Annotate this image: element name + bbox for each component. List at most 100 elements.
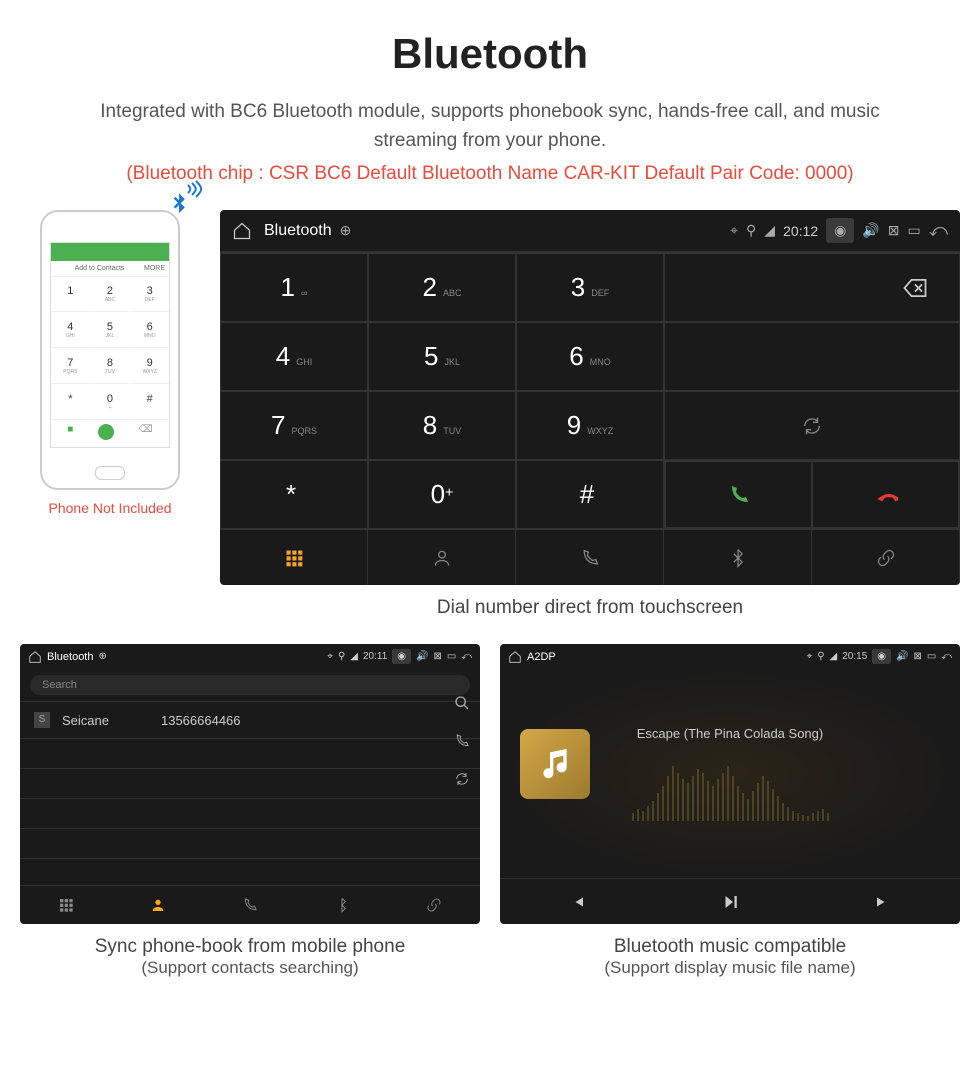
call-icon[interactable] <box>454 732 470 750</box>
nav-link[interactable] <box>388 886 480 924</box>
dial-key-*[interactable]: * <box>220 460 368 529</box>
play-pause-button[interactable] <box>653 879 806 924</box>
bluetooth-specs: (Bluetooth chip : CSR BC6 Default Blueto… <box>20 163 960 185</box>
dial-key-5[interactable]: 5JKL <box>368 322 516 391</box>
volume-icon[interactable]: 🔊 <box>416 651 428 662</box>
phone-mock-key: 0+ <box>91 385 130 420</box>
back-icon[interactable]: ⤺ <box>941 651 952 662</box>
dial-key-1[interactable]: 1∞ <box>220 253 368 322</box>
phone-mock-key: 6MNO <box>130 313 169 348</box>
volume-icon[interactable]: 🔊 <box>862 222 879 239</box>
phone-not-included-note: Phone Not Included <box>20 500 200 516</box>
nav-link[interactable] <box>812 530 960 585</box>
nav-contacts[interactable] <box>112 886 204 924</box>
bluetooth-status-icon: ⌖ <box>327 651 333 662</box>
statusbar-time: 20:11 <box>363 651 387 662</box>
contact-row-empty <box>20 739 480 769</box>
video-icon: ■ <box>67 424 73 440</box>
refresh-icon[interactable] <box>454 770 470 788</box>
search-icon[interactable] <box>454 694 470 712</box>
usb-icon: ⊕ <box>340 222 352 239</box>
hangup-button[interactable] <box>812 461 959 528</box>
page-title: Bluetooth <box>20 30 960 78</box>
phone-mock-key: 2ABC <box>91 277 130 312</box>
wifi-icon: ◢ <box>830 651 838 662</box>
dial-key-#[interactable]: # <box>516 460 664 529</box>
close-icon[interactable]: ⊠ <box>913 651 921 662</box>
song-title: Escape (The Pina Colada Song) <box>637 726 823 741</box>
phone-mock-key: 8TUV <box>91 349 130 384</box>
phone-mock-key: 9WXYZ <box>130 349 169 384</box>
home-icon[interactable] <box>28 650 42 664</box>
dialer-bottom-nav <box>220 529 960 585</box>
nav-contacts[interactable] <box>368 530 516 585</box>
phonebook-caption: Sync phone-book from mobile phone <box>20 936 480 958</box>
dial-key-6[interactable]: 6MNO <box>516 322 664 391</box>
contact-name: Seicane <box>62 713 109 728</box>
phone-home-button <box>95 466 125 480</box>
camera-icon[interactable]: ◉ <box>392 649 411 664</box>
prev-track-button[interactable] <box>500 879 653 924</box>
refresh-button[interactable] <box>664 391 960 460</box>
wifi-icon: ◢ <box>350 651 358 662</box>
camera-icon[interactable]: ◉ <box>872 649 891 664</box>
nav-call-log[interactable] <box>516 530 664 585</box>
backspace-icon: ⌫ <box>139 424 153 440</box>
call-button[interactable] <box>665 461 812 528</box>
contact-number: 13566664466 <box>161 713 241 728</box>
dial-key-7[interactable]: 7PQRS <box>220 391 368 460</box>
nav-bluetooth[interactable] <box>296 886 388 924</box>
dial-key-4[interactable]: 4GHI <box>220 322 368 391</box>
location-icon: ⚲ <box>338 651 345 662</box>
contact-list: S Seicane 13566664466 <box>20 702 480 885</box>
nav-keypad[interactable] <box>220 530 368 585</box>
dial-key-3[interactable]: 3DEF <box>516 253 664 322</box>
back-icon[interactable]: ⤺ <box>929 220 948 241</box>
recent-apps-icon[interactable]: ▭ <box>908 222 921 239</box>
home-icon[interactable] <box>232 221 252 241</box>
phone-mock-key: * <box>51 385 90 420</box>
phone-mock-key: 4GHI <box>51 313 90 348</box>
location-icon: ⚲ <box>817 651 824 662</box>
contact-row[interactable]: S Seicane 13566664466 <box>20 702 480 739</box>
signal-waves-icon <box>184 177 208 201</box>
recent-apps-icon[interactable]: ▭ <box>927 651 936 662</box>
nav-call-log[interactable] <box>204 886 296 924</box>
camera-icon[interactable]: ◉ <box>826 218 854 243</box>
call-buttons-cell <box>664 460 960 529</box>
contact-row-empty <box>20 769 480 799</box>
location-icon: ⚲ <box>746 222 756 239</box>
close-icon[interactable]: ⊠ <box>888 222 900 239</box>
phone-header-bar <box>51 243 169 261</box>
phone-mock-key: # <box>130 385 169 420</box>
music-caption: Bluetooth music compatible <box>500 936 960 958</box>
phonebook-statusbar: Bluetooth ⊕ ⌖ ⚲ ◢ 20:11 ◉ 🔊 ⊠ ▭ ⤺ <box>20 644 480 669</box>
search-input[interactable]: Search <box>30 675 470 695</box>
phone-mock-key: 5JKL <box>91 313 130 348</box>
contact-letter-badge: S <box>34 712 50 728</box>
phone-mockup: Add to Contacts MORE 12ABC3DEF4GHI5JKL6M… <box>40 210 180 490</box>
dial-key-0[interactable]: 0+ <box>368 460 516 529</box>
nav-keypad[interactable] <box>20 886 112 924</box>
dial-key-2[interactable]: 2ABC <box>368 253 516 322</box>
nav-bluetooth[interactable] <box>664 530 812 585</box>
statusbar-title: Bluetooth <box>47 651 93 663</box>
phone-mock-key: 7PQRS <box>51 349 90 384</box>
backspace-button[interactable] <box>664 253 960 322</box>
close-icon[interactable]: ⊠ <box>433 651 441 662</box>
home-icon[interactable] <box>508 650 522 664</box>
music-screen: A2DP ⌖ ⚲ ◢ 20:15 ◉ 🔊 ⊠ ▭ ⤺ Escape (The P… <box>500 644 960 924</box>
music-statusbar: A2DP ⌖ ⚲ ◢ 20:15 ◉ 🔊 ⊠ ▭ ⤺ <box>500 644 960 669</box>
bluetooth-status-icon: ⌖ <box>730 222 738 239</box>
contact-row-empty <box>20 799 480 829</box>
statusbar-title: A2DP <box>527 651 556 663</box>
phone-call-button <box>98 424 114 440</box>
back-icon[interactable]: ⤺ <box>461 651 472 662</box>
dial-key-9[interactable]: 9WXYZ <box>516 391 664 460</box>
volume-icon[interactable]: 🔊 <box>896 651 908 662</box>
next-track-button[interactable] <box>807 879 960 924</box>
dial-key-8[interactable]: 8TUV <box>368 391 516 460</box>
recent-apps-icon[interactable]: ▭ <box>447 651 456 662</box>
music-caption-sub: (Support display music file name) <box>500 958 960 978</box>
phonebook-screen: Bluetooth ⊕ ⌖ ⚲ ◢ 20:11 ◉ 🔊 ⊠ ▭ ⤺ Search… <box>20 644 480 924</box>
